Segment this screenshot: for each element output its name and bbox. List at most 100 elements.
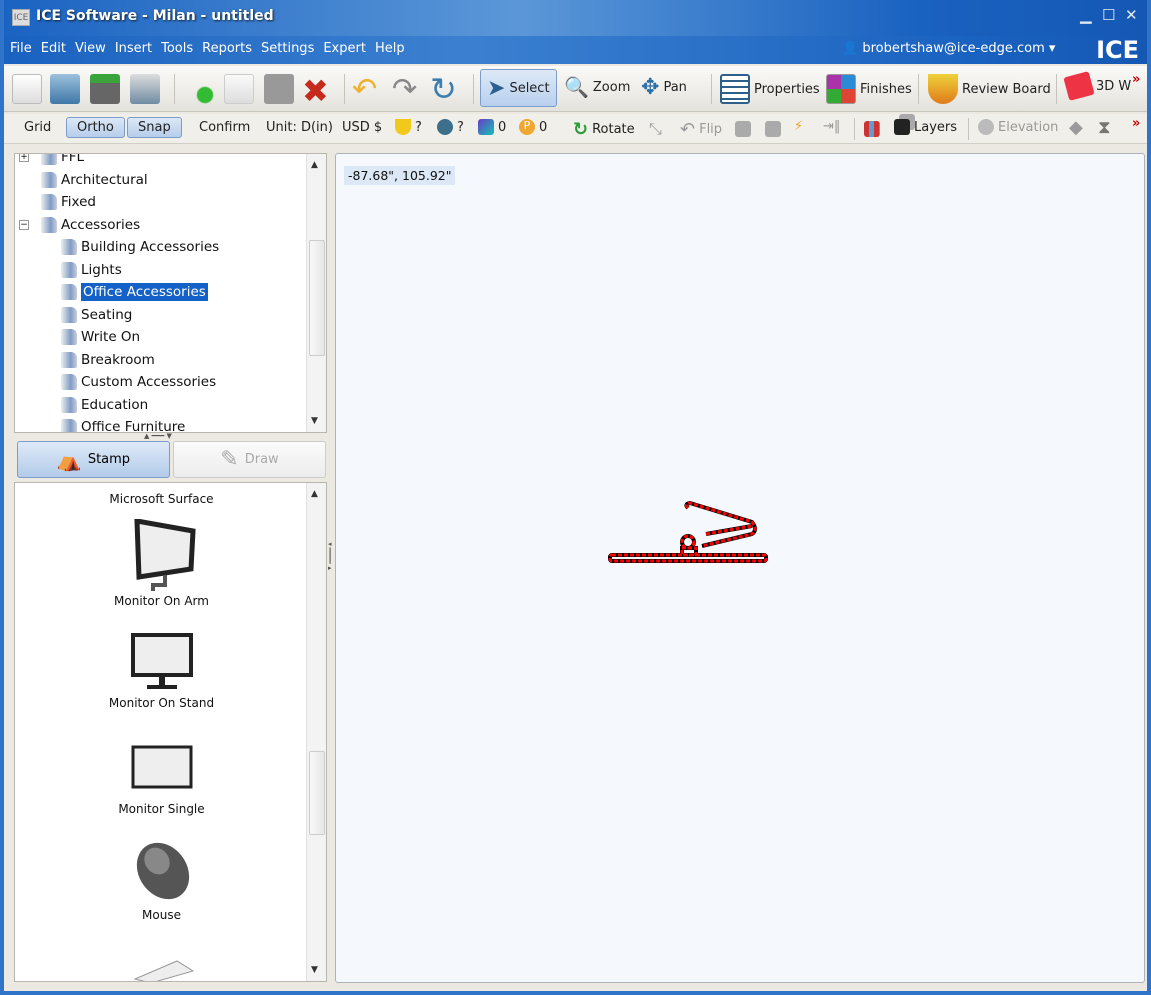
expand-icon[interactable]: + bbox=[19, 154, 29, 162]
draw-mode-button[interactable]: ✎ Draw bbox=[173, 441, 326, 478]
copy-icon[interactable] bbox=[224, 74, 254, 104]
redo-icon[interactable]: ↷ bbox=[392, 72, 417, 107]
sidebar-collapse-handle[interactable]: ◂ ┃ ┃ ▸ bbox=[328, 540, 332, 572]
scrollbar-thumb[interactable] bbox=[309, 240, 325, 356]
menu-reports[interactable]: Reports bbox=[202, 41, 252, 56]
tree-item-label: Accessories bbox=[61, 216, 141, 233]
layer-grid-icon[interactable] bbox=[864, 121, 880, 137]
user-menu[interactable]: 👤 brobertshaw@ice-edge.com ▾ bbox=[842, 41, 1055, 56]
tree-item[interactable]: − Accessories bbox=[19, 214, 141, 236]
catalog-item-monitor-single[interactable]: Monitor Single bbox=[15, 739, 308, 816]
catalog-item-microsoft-surface[interactable]: Microsoft Surface bbox=[15, 492, 308, 506]
maximize-button[interactable]: ☐ bbox=[1102, 6, 1115, 24]
secondary-toolbar: Grid Ortho Snap Confirm Unit: D(in) USD … bbox=[4, 114, 1147, 144]
fire-rating-indicator[interactable]: ? bbox=[395, 119, 422, 135]
cut-icon[interactable] bbox=[184, 74, 214, 104]
scroll-down-arrow[interactable]: ▼ bbox=[311, 965, 318, 975]
menu-help[interactable]: Help bbox=[375, 41, 405, 56]
elevation-button[interactable]: Elevation bbox=[978, 119, 1058, 135]
finishes-button[interactable]: Finishes bbox=[826, 74, 912, 104]
connect-icon[interactable]: ⚡ bbox=[794, 119, 803, 134]
refresh-icon[interactable]: ↻ bbox=[430, 70, 457, 108]
grid-toggle[interactable]: Grid bbox=[24, 120, 51, 135]
globe-icon bbox=[437, 119, 453, 135]
open-folder-icon[interactable] bbox=[50, 74, 80, 104]
catalog-scrollbar[interactable]: ▲ ▼ bbox=[306, 483, 326, 981]
distribute-icon[interactable]: ⇥‖ bbox=[823, 119, 840, 134]
new-file-icon[interactable] bbox=[12, 74, 42, 104]
catalog-item-partial[interactable] bbox=[15, 957, 308, 981]
tree-item[interactable]: Office Accessories bbox=[61, 281, 208, 303]
scroll-up-arrow[interactable]: ▲ bbox=[311, 489, 318, 499]
print-icon[interactable] bbox=[130, 74, 160, 104]
align-horizontal-icon[interactable] bbox=[735, 121, 751, 137]
tree-item-label: Seating bbox=[81, 306, 133, 323]
paste-icon[interactable] bbox=[264, 74, 294, 104]
delete-icon[interactable]: ✖ bbox=[302, 72, 329, 110]
review-board-button[interactable]: Review Board bbox=[928, 74, 1051, 104]
3d-view-button[interactable]: 3D W bbox=[1063, 71, 1131, 101]
panel-splitter[interactable]: ▲ ━━━ ▼ bbox=[144, 432, 172, 440]
minimize-button[interactable]: ▁ bbox=[1080, 6, 1092, 24]
catalog-item-monitor-on-arm[interactable]: Monitor On Arm bbox=[15, 517, 308, 608]
divider bbox=[344, 74, 345, 104]
p-indicator[interactable]: P0 bbox=[519, 119, 547, 135]
ortho-toggle[interactable]: Ortho bbox=[66, 117, 125, 138]
tree-item[interactable]: Custom Accessories bbox=[61, 371, 216, 393]
tree-item[interactable]: + FFL bbox=[19, 154, 84, 168]
save-icon[interactable] bbox=[90, 74, 120, 104]
rotate-button[interactable]: ↻ Rotate bbox=[573, 119, 635, 140]
pan-tool-button[interactable]: ✥ Pan bbox=[641, 75, 687, 100]
menu-edit[interactable]: Edit bbox=[41, 41, 66, 56]
scrollbar-thumb[interactable] bbox=[309, 751, 325, 835]
menu-tools[interactable]: Tools bbox=[161, 41, 193, 56]
scroll-up-arrow[interactable]: ▲ bbox=[311, 160, 318, 170]
menu-file[interactable]: File bbox=[10, 41, 32, 56]
menu-expert[interactable]: Expert bbox=[323, 41, 366, 56]
tree-item[interactable]: Write On bbox=[61, 326, 140, 348]
mirror-icon[interactable]: ⤡ bbox=[649, 119, 662, 139]
catalog-item-mouse[interactable]: Mouse bbox=[15, 841, 308, 922]
menu-settings[interactable]: Settings bbox=[261, 41, 314, 56]
menu-insert[interactable]: Insert bbox=[115, 41, 152, 56]
tree-item[interactable]: Seating bbox=[61, 304, 132, 326]
menu-view[interactable]: View bbox=[75, 41, 106, 56]
select-tool-button[interactable]: ➤ Select bbox=[480, 69, 557, 107]
hourglass-icon[interactable]: ⧗ bbox=[1098, 117, 1111, 138]
close-button[interactable]: ✕ bbox=[1125, 6, 1138, 24]
folder-icon bbox=[61, 306, 77, 323]
pencil-icon: ✎ bbox=[220, 447, 239, 472]
tree-scrollbar[interactable]: ▲ ▼ bbox=[306, 154, 326, 432]
divider bbox=[1056, 74, 1057, 104]
currency-selector[interactable]: USD $ bbox=[342, 120, 382, 135]
confirm-toggle[interactable]: Confirm bbox=[199, 120, 250, 135]
tree-item[interactable]: Architectural bbox=[41, 169, 148, 191]
stamp-mode-button[interactable]: ⛺ Stamp bbox=[17, 441, 170, 478]
tree-item[interactable]: Building Accessories bbox=[61, 236, 219, 258]
tree-item-label: Write On bbox=[81, 329, 141, 345]
tree-item[interactable]: Office Furniture bbox=[61, 416, 185, 432]
tree-item[interactable]: Lights bbox=[61, 259, 122, 281]
undo-icon[interactable]: ↶ bbox=[352, 72, 377, 107]
tree-item[interactable]: Education bbox=[61, 394, 148, 416]
layers-button[interactable]: Layers bbox=[894, 119, 957, 135]
globe-indicator[interactable]: ? bbox=[437, 119, 464, 135]
toolbar2-overflow-button[interactable]: » bbox=[1132, 116, 1140, 131]
zoom-tool-button[interactable]: 🔍 Zoom bbox=[564, 75, 630, 99]
drawing-canvas[interactable]: -87.68", 105.92" bbox=[335, 153, 1145, 983]
diamond-icon[interactable]: ◆ bbox=[1069, 117, 1083, 138]
scroll-down-arrow[interactable]: ▼ bbox=[311, 416, 318, 426]
tree-item[interactable]: Breakroom bbox=[61, 349, 155, 371]
snap-toggle[interactable]: Snap bbox=[127, 117, 182, 138]
selected-object-monitor-on-arm[interactable] bbox=[606, 500, 771, 570]
tree-item[interactable]: Fixed bbox=[41, 191, 96, 213]
unit-selector[interactable]: Unit: D(in) bbox=[266, 120, 333, 135]
toolbar-overflow-button[interactable]: » bbox=[1132, 72, 1140, 87]
flip-button[interactable]: ↶ Flip bbox=[680, 119, 722, 140]
catalog-list: Microsoft Surface Monitor On Arm Monitor… bbox=[14, 482, 327, 982]
collapse-icon[interactable]: − bbox=[19, 219, 29, 230]
align-vertical-icon[interactable] bbox=[765, 121, 781, 137]
shapes-indicator[interactable]: 0 bbox=[478, 119, 506, 135]
catalog-item-monitor-on-stand[interactable]: Monitor On Stand bbox=[15, 631, 308, 710]
properties-button[interactable]: Properties bbox=[720, 74, 820, 104]
